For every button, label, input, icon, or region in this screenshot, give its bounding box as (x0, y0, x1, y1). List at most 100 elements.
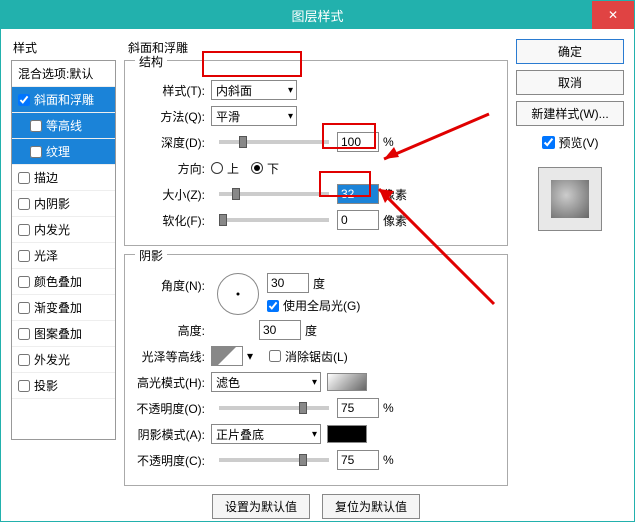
soften-input[interactable]: 0 (337, 210, 379, 230)
style-item-contour[interactable]: 等高线 (12, 113, 115, 139)
style-item-innerShadow[interactable]: 内阴影 (12, 191, 115, 217)
preview-box (538, 167, 602, 231)
style-item-gradOverlay[interactable]: 渐变叠加 (12, 295, 115, 321)
angle-label: 角度(N): (133, 273, 211, 294)
preview-thumbnail (551, 180, 589, 218)
style-list: 混合选项:默认斜面和浮雕等高线纹理描边内阴影内发光光泽颜色叠加渐变叠加图案叠加外… (11, 60, 116, 440)
direction-down-radio[interactable]: 下 (251, 160, 279, 177)
window-title: 图层样式 (291, 6, 343, 25)
style-item-colorOverlay[interactable]: 颜色叠加 (12, 269, 115, 295)
style-item-label: 内阴影 (34, 195, 70, 212)
size-input[interactable]: 32 (337, 184, 379, 204)
highlight-color-swatch[interactable] (327, 373, 367, 391)
style-list-label: 样式 (11, 39, 116, 56)
soften-label: 软化(F): (133, 212, 211, 229)
style-item-innerGlow[interactable]: 内发光 (12, 217, 115, 243)
group-title: 斜面和浮雕 (124, 39, 508, 56)
style-item-checkbox[interactable] (18, 94, 30, 106)
style-item-label: 纹理 (46, 143, 70, 160)
altitude-input[interactable]: 30 (259, 320, 301, 340)
highlight-opacity-label: 不透明度(O): (133, 400, 211, 417)
new-style-button[interactable]: 新建样式(W)... (516, 101, 624, 126)
size-slider[interactable] (219, 192, 329, 196)
angle-input[interactable]: 30 (267, 273, 309, 293)
soften-unit: 像素 (383, 212, 407, 229)
shadow-mode-label: 阴影模式(A): (133, 426, 211, 443)
style-item-outerGlow[interactable]: 外发光 (12, 347, 115, 373)
close-button[interactable]: ✕ (592, 1, 634, 29)
make-default-button[interactable]: 设置为默认值 (212, 494, 310, 519)
direction-up-radio[interactable]: 上 (211, 160, 239, 177)
highlight-opacity-slider[interactable] (219, 406, 329, 410)
style-item-label: 内发光 (34, 221, 70, 238)
structure-legend: 结构 (135, 53, 167, 70)
style-item-checkbox[interactable] (18, 328, 30, 340)
highlight-mode-select[interactable]: 滤色 (211, 372, 321, 392)
shadow-mode-select[interactable]: 正片叠底 (211, 424, 321, 444)
angle-picker[interactable] (217, 273, 259, 315)
layer-style-dialog: 图层样式 ✕ 样式 混合选项:默认斜面和浮雕等高线纹理描边内阴影内发光光泽颜色叠… (0, 0, 635, 522)
ok-button[interactable]: 确定 (516, 39, 624, 64)
size-label: 大小(Z): (133, 186, 211, 203)
shading-legend: 阴影 (135, 247, 167, 264)
structure-fieldset: 结构 样式(T): 内斜面 方法(Q): 平滑 深度(D): 100 % 方向: (124, 60, 508, 246)
gloss-contour-picker[interactable] (211, 346, 243, 366)
reset-default-button[interactable]: 复位为默认值 (322, 494, 420, 519)
size-unit: 像素 (383, 186, 407, 203)
chevron-down-icon[interactable]: ▾ (247, 349, 253, 363)
cancel-button[interactable]: 取消 (516, 70, 624, 95)
shadow-color-swatch[interactable] (327, 425, 367, 443)
titlebar: 图层样式 ✕ (1, 1, 634, 29)
global-light-checkbox[interactable]: 使用全局光(G) (267, 297, 360, 314)
depth-label: 深度(D): (133, 134, 211, 151)
style-item-label: 图案叠加 (34, 325, 82, 342)
altitude-label: 高度: (133, 322, 211, 339)
antialias-checkbox[interactable]: 消除锯齿(L) (269, 348, 348, 365)
style-item-bevel[interactable]: 斜面和浮雕 (12, 87, 115, 113)
style-item-checkbox[interactable] (18, 172, 30, 184)
preview-checkbox[interactable]: 预览(V) (516, 134, 624, 151)
style-item-checkbox[interactable] (18, 224, 30, 236)
style-item-blend[interactable]: 混合选项:默认 (12, 61, 115, 87)
style-item-checkbox[interactable] (30, 146, 42, 158)
gloss-contour-label: 光泽等高线: (133, 348, 211, 365)
depth-slider[interactable] (219, 140, 329, 144)
depth-input[interactable]: 100 (337, 132, 379, 152)
dialog-buttons-panel: 确定 取消 新建样式(W)... 预览(V) (516, 39, 624, 511)
style-item-checkbox[interactable] (18, 354, 30, 366)
style-item-label: 斜面和浮雕 (34, 91, 94, 108)
shading-fieldset: 阴影 角度(N): 30 度 使用全局光(G) 高度: 30 (124, 254, 508, 486)
settings-panel: 斜面和浮雕 结构 样式(T): 内斜面 方法(Q): 平滑 深度(D): 100… (124, 39, 508, 511)
shadow-opacity-input[interactable]: 75 (337, 450, 379, 470)
style-item-checkbox[interactable] (18, 276, 30, 288)
style-item-checkbox[interactable] (30, 120, 42, 132)
soften-slider[interactable] (219, 218, 329, 222)
style-item-label: 混合选项:默认 (18, 65, 93, 82)
shadow-opacity-label: 不透明度(C): (133, 452, 211, 469)
style-item-patOverlay[interactable]: 图案叠加 (12, 321, 115, 347)
style-item-satin[interactable]: 光泽 (12, 243, 115, 269)
style-item-checkbox[interactable] (18, 302, 30, 314)
style-item-dropShadow[interactable]: 投影 (12, 373, 115, 399)
technique-label: 方法(Q): (133, 108, 211, 125)
style-item-checkbox[interactable] (18, 380, 30, 392)
style-list-panel: 样式 混合选项:默认斜面和浮雕等高线纹理描边内阴影内发光光泽颜色叠加渐变叠加图案… (11, 39, 116, 511)
style-item-texture[interactable]: 纹理 (12, 139, 115, 165)
style-select[interactable]: 内斜面 (211, 80, 297, 100)
highlight-mode-label: 高光模式(H): (133, 374, 211, 391)
style-item-label: 渐变叠加 (34, 299, 82, 316)
style-item-checkbox[interactable] (18, 250, 30, 262)
style-item-label: 外发光 (34, 351, 70, 368)
style-item-label: 颜色叠加 (34, 273, 82, 290)
style-item-stroke[interactable]: 描边 (12, 165, 115, 191)
direction-label: 方向: (133, 160, 211, 177)
close-icon: ✕ (608, 8, 618, 22)
style-item-label: 等高线 (46, 117, 82, 134)
style-item-label: 描边 (34, 169, 58, 186)
highlight-opacity-input[interactable]: 75 (337, 398, 379, 418)
style-label: 样式(T): (133, 82, 211, 99)
style-item-label: 投影 (34, 377, 58, 394)
technique-select[interactable]: 平滑 (211, 106, 297, 126)
style-item-checkbox[interactable] (18, 198, 30, 210)
shadow-opacity-slider[interactable] (219, 458, 329, 462)
